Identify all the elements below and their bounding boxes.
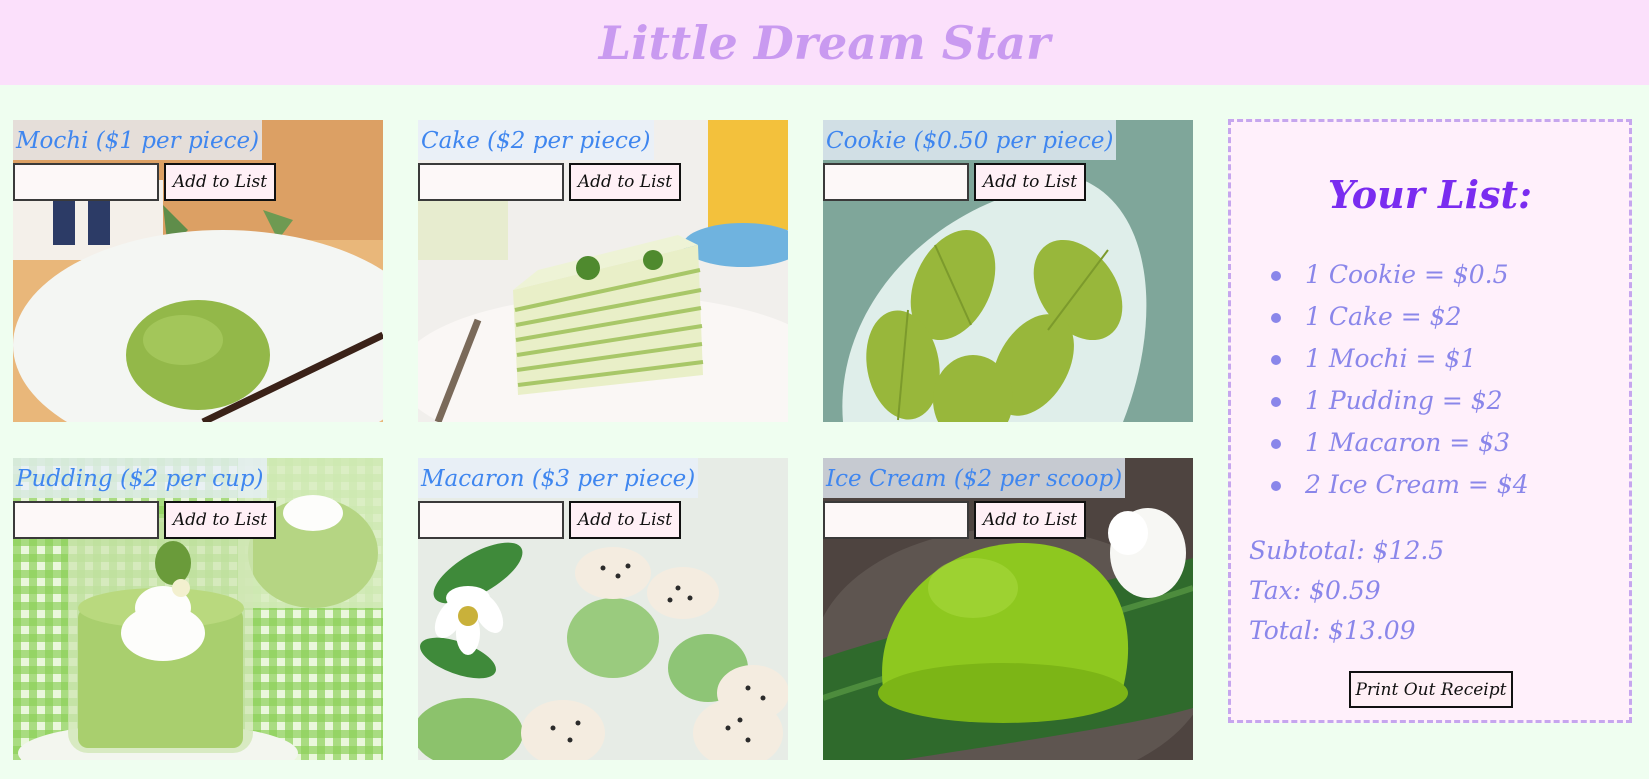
add-to-list-button[interactable]: Add to List xyxy=(974,163,1086,201)
totals: Subtotal: $12.5 Tax: $0.59 Total: $13.09 xyxy=(1249,531,1444,651)
quantity-input[interactable] xyxy=(418,501,564,539)
site-header: Little Dream Star xyxy=(0,0,1649,85)
site-title: Little Dream Star xyxy=(598,15,1051,70)
add-to-list-button[interactable]: Add to List xyxy=(974,501,1086,539)
list-item: 1 Cake = $2 xyxy=(1269,296,1529,338)
product-label: Pudding ($2 per cup) xyxy=(13,458,267,498)
quantity-input[interactable] xyxy=(13,501,159,539)
product-label: Mochi ($1 per piece) xyxy=(13,120,263,160)
quantity-input[interactable] xyxy=(418,163,564,201)
product-label: Cake ($2 per piece) xyxy=(418,120,654,160)
shopping-list-panel: Your List: 1 Cookie = $0.5 1 Cake = $2 1… xyxy=(1228,119,1632,723)
list-title: Your List: xyxy=(1327,172,1533,217)
add-to-list-button[interactable]: Add to List xyxy=(569,163,681,201)
list-item: 1 Pudding = $2 xyxy=(1269,380,1529,422)
product-card-cookie: Cookie ($0.50 per piece) Add to List xyxy=(823,120,1193,422)
list-item: 2 Ice Cream = $4 xyxy=(1269,464,1529,506)
product-card-cake: Cake ($2 per piece) Add to List xyxy=(418,120,788,422)
list-item: 1 Mochi = $1 xyxy=(1269,338,1529,380)
quantity-input[interactable] xyxy=(823,163,969,201)
add-to-list-button[interactable]: Add to List xyxy=(569,501,681,539)
quantity-input[interactable] xyxy=(823,501,969,539)
list-items: 1 Cookie = $0.5 1 Cake = $2 1 Mochi = $1… xyxy=(1269,254,1529,506)
product-card-pudding: Pudding ($2 per cup) Add to List xyxy=(13,458,383,760)
list-item: 1 Macaron = $3 xyxy=(1269,422,1529,464)
product-label: Cookie ($0.50 per piece) xyxy=(823,120,1117,160)
product-card-ice-cream: Ice Cream ($2 per scoop) Add to List xyxy=(823,458,1193,760)
print-receipt-button[interactable]: Print Out Receipt xyxy=(1349,671,1513,708)
subtotal-text: Subtotal: $12.5 xyxy=(1249,536,1445,565)
total-text: Total: $13.09 xyxy=(1249,616,1416,645)
product-card-mochi: Mochi ($1 per piece) Add to List xyxy=(13,120,383,422)
add-to-list-button[interactable]: Add to List xyxy=(164,163,276,201)
quantity-input[interactable] xyxy=(13,163,159,201)
product-label: Macaron ($3 per piece) xyxy=(418,458,699,498)
tax-text: Tax: $0.59 xyxy=(1249,576,1381,605)
product-label: Ice Cream ($2 per scoop) xyxy=(823,458,1126,498)
add-to-list-button[interactable]: Add to List xyxy=(164,501,276,539)
list-item: 1 Cookie = $0.5 xyxy=(1269,254,1529,296)
product-card-macaron: Macaron ($3 per piece) Add to List xyxy=(418,458,788,760)
